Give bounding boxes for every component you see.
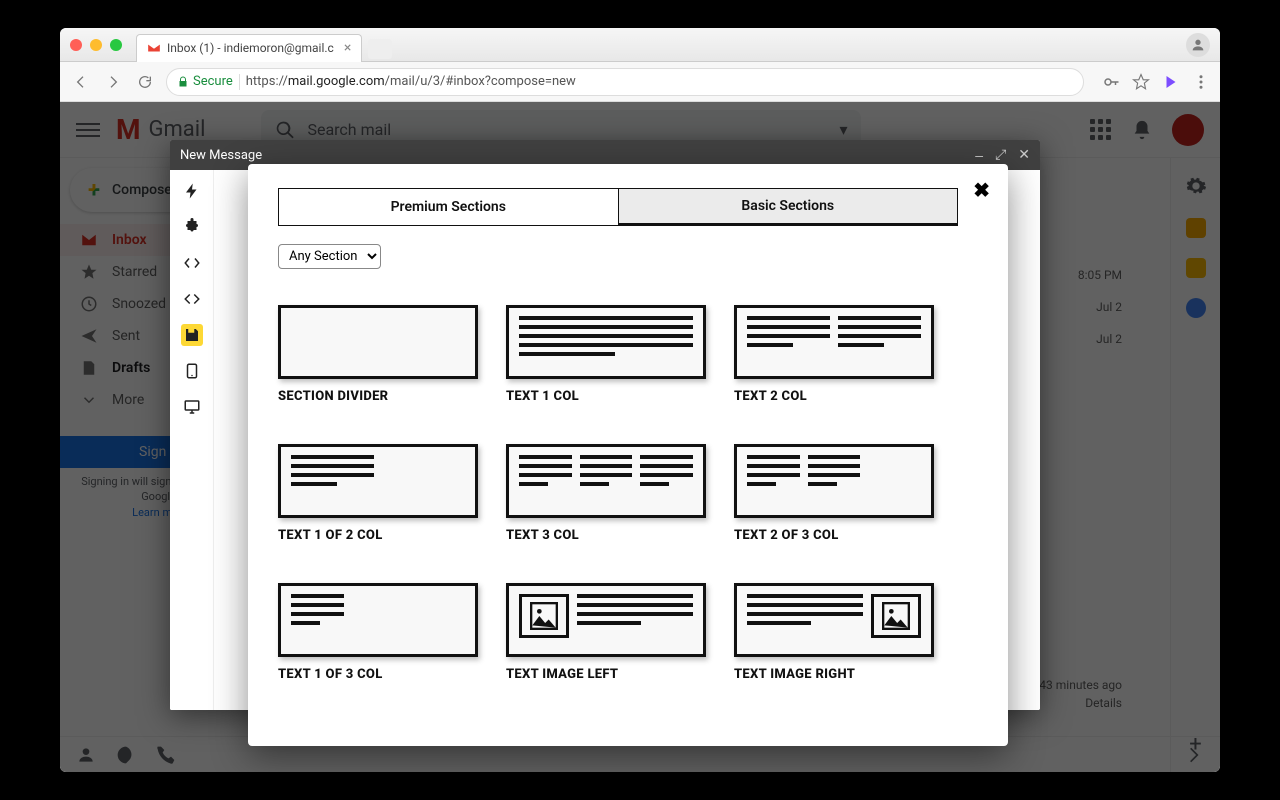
window-close-icon[interactable] [70, 39, 82, 51]
browser-window: Inbox (1) - indiemoron@gmail.c × Secure … [60, 28, 1220, 772]
address-bar: Secure https://mail.google.com/mail/u/3/… [60, 62, 1220, 102]
nav-back-button[interactable] [70, 71, 92, 93]
section-card-text-image-left[interactable]: TEXT IMAGE LEFT [506, 583, 706, 682]
secure-indicator: Secure [177, 74, 233, 89]
section-card-text-3-col[interactable]: TEXT 3 COL [506, 444, 706, 543]
tab-premium-sections[interactable]: Premium Sections [279, 189, 618, 225]
puzzle-icon[interactable] [181, 216, 203, 238]
addrbar-right [1102, 73, 1210, 91]
tab-basic-sections[interactable]: Basic Sections [618, 189, 958, 225]
section-grid: SECTION DIVIDER TEXT 1 COL TEXT 2 COL [278, 305, 978, 682]
section-card-text-1-col[interactable]: TEXT 1 COL [506, 305, 706, 404]
compose-minimize-icon[interactable]: ‒ [975, 147, 983, 164]
url-separator [239, 74, 240, 90]
tab-title: Inbox (1) - indiemoron@gmail.c [167, 41, 334, 55]
section-filter-select[interactable]: Any Section [278, 244, 381, 269]
extension-icon[interactable] [1162, 73, 1180, 91]
window-minimize-icon[interactable] [90, 39, 102, 51]
section-card-text-1-of-2-col[interactable]: TEXT 1 OF 2 COL [278, 444, 478, 543]
gmail-favicon-icon [147, 41, 161, 55]
nav-reload-button[interactable] [134, 71, 156, 93]
nav-forward-button[interactable] [102, 71, 124, 93]
compose-expand-icon[interactable]: ⤢ [995, 147, 1006, 164]
browser-tab[interactable]: Inbox (1) - indiemoron@gmail.c × [136, 34, 362, 62]
browser-menu-icon[interactable] [1192, 73, 1210, 91]
section-card-text-2-col[interactable]: TEXT 2 COL [734, 305, 934, 404]
section-card-divider[interactable]: SECTION DIVIDER [278, 305, 478, 404]
tablet-icon[interactable] [181, 360, 203, 382]
code-icon[interactable] [181, 288, 203, 310]
image-placeholder-icon [871, 594, 921, 638]
browser-profile-icon[interactable] [1186, 33, 1210, 57]
window-controls [70, 39, 122, 51]
window-maximize-icon[interactable] [110, 39, 122, 51]
url-text: https://mail.google.com/mail/u/3/#inbox?… [246, 74, 576, 89]
collapse-horizontal-icon[interactable] [181, 252, 203, 274]
modal-close-icon[interactable]: ✖ [973, 178, 990, 202]
modal-tabs: Premium Sections Basic Sections [278, 188, 958, 226]
secure-label: Secure [193, 74, 233, 89]
lightning-icon[interactable] [181, 180, 203, 202]
browser-titlebar: Inbox (1) - indiemoron@gmail.c × [60, 28, 1220, 62]
plugin-toolbar [170, 170, 214, 710]
compose-title: New Message [180, 148, 262, 163]
filter-row: Any Section [278, 244, 978, 269]
image-placeholder-icon [519, 594, 569, 638]
sections-modal: ✖ Premium Sections Basic Sections Any Se… [248, 164, 1008, 746]
key-icon[interactable] [1102, 73, 1120, 91]
section-card-text-1-of-3-col[interactable]: TEXT 1 OF 3 COL [278, 583, 478, 682]
url-field[interactable]: Secure https://mail.google.com/mail/u/3/… [166, 68, 1084, 96]
section-card-text-image-right[interactable]: TEXT IMAGE RIGHT [734, 583, 934, 682]
gmail-app: M Gmail Search mail ▾ + Compose Inbox [60, 102, 1220, 772]
new-tab-button[interactable] [368, 39, 392, 59]
tab-close-icon[interactable]: × [344, 40, 351, 56]
compose-close-icon[interactable]: ✕ [1018, 147, 1030, 164]
save-floppy-icon[interactable] [181, 324, 203, 346]
desktop-icon[interactable] [181, 396, 203, 418]
star-icon[interactable] [1132, 73, 1150, 91]
lock-icon [177, 76, 189, 88]
section-card-text-2-of-3-col[interactable]: TEXT 2 OF 3 COL [734, 444, 934, 543]
